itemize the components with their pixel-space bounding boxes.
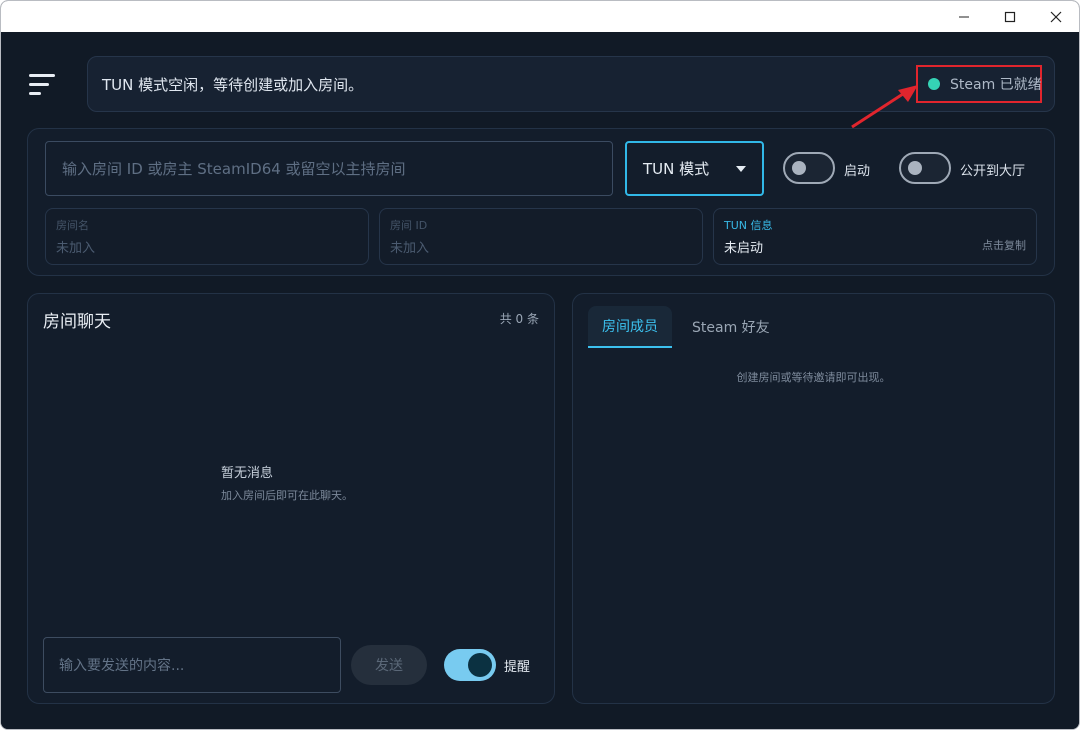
maximize-icon: [1004, 11, 1016, 22]
room-name-label: 房间名: [56, 219, 89, 232]
title-bar: [1, 1, 1079, 32]
menu-icon-line: [29, 91, 41, 95]
annotation-arrow-icon: [851, 85, 918, 129]
room-id-card: 房间 ID 未加入: [379, 208, 703, 265]
toggle-knob: [468, 653, 492, 677]
app-window: TUN 模式空闲，等待创建或加入房间。 Steam 已就绪 输入房间 ID 或房…: [0, 0, 1080, 730]
steam-status-highlight: Steam 已就绪: [916, 65, 1042, 103]
start-label: 启动: [844, 164, 871, 179]
mode-select-value: TUN 模式: [643, 160, 710, 178]
message-input[interactable]: 输入要发送的内容...: [43, 637, 341, 693]
minimize-icon: [959, 16, 969, 17]
room-id-input[interactable]: 输入房间 ID 或房主 SteamID64 或留空以主持房间: [45, 141, 613, 196]
close-icon: [1050, 11, 1062, 22]
remind-toggle[interactable]: [444, 649, 496, 681]
steam-status-label: Steam 已就绪: [950, 77, 1042, 93]
message-input-placeholder: 输入要发送的内容...: [59, 658, 185, 674]
tun-info-value: 未启动: [724, 241, 764, 256]
members-empty-hint: 创建房间或等待邀请即可出现。: [736, 371, 891, 384]
start-toggle[interactable]: [783, 152, 835, 184]
public-lobby-toggle[interactable]: [899, 152, 951, 184]
members-panel: 房间成员 Steam 好友 创建房间或等待邀请即可出现。: [572, 293, 1055, 704]
tab-room-members[interactable]: 房间成员: [588, 306, 672, 348]
tun-info-label: TUN 信息: [724, 219, 773, 232]
chat-title: 房间聊天: [43, 312, 111, 332]
menu-button[interactable]: [29, 70, 69, 98]
toggle-knob: [908, 161, 922, 175]
room-name-value: 未加入: [56, 241, 96, 256]
mode-select[interactable]: TUN 模式: [625, 141, 764, 196]
menu-icon-line: [29, 73, 55, 77]
tab-steam-friends[interactable]: Steam 好友: [680, 306, 782, 348]
app-content: TUN 模式空闲，等待创建或加入房间。 Steam 已就绪 输入房间 ID 或房…: [1, 32, 1079, 729]
chat-panel: 房间聊天 共 0 条 暂无消息 加入房间后即可在此聊天。 输入要发送的内容...…: [27, 293, 555, 704]
minimize-button[interactable]: [941, 1, 987, 32]
copy-hint[interactable]: 点击复制: [982, 237, 1026, 253]
status-message: TUN 模式空闲，等待创建或加入房间。: [102, 76, 364, 94]
public-lobby-label: 公开到大厅: [960, 164, 1026, 179]
room-id-label: 房间 ID: [390, 219, 428, 232]
steam-status-dot-icon: [928, 78, 940, 90]
chat-empty-subtitle: 加入房间后即可在此聊天。: [221, 489, 353, 502]
chevron-down-icon: [736, 165, 746, 172]
menu-icon-line: [29, 82, 49, 86]
chat-empty-title: 暂无消息: [221, 466, 274, 481]
toggle-knob: [792, 161, 806, 175]
chat-count: 共 0 条: [499, 312, 539, 326]
maximize-button[interactable]: [987, 1, 1033, 32]
tun-info-card[interactable]: TUN 信息 未启动 点击复制: [713, 208, 1037, 265]
send-button[interactable]: 发送: [351, 645, 427, 685]
room-name-card: 房间名 未加入: [45, 208, 369, 265]
room-id-value: 未加入: [390, 241, 430, 256]
close-button[interactable]: [1033, 1, 1079, 32]
room-id-placeholder: 输入房间 ID 或房主 SteamID64 或留空以主持房间: [62, 160, 406, 178]
room-controls-panel: 输入房间 ID 或房主 SteamID64 或留空以主持房间 TUN 模式 启动…: [27, 128, 1055, 276]
remind-label: 提醒: [504, 660, 531, 675]
